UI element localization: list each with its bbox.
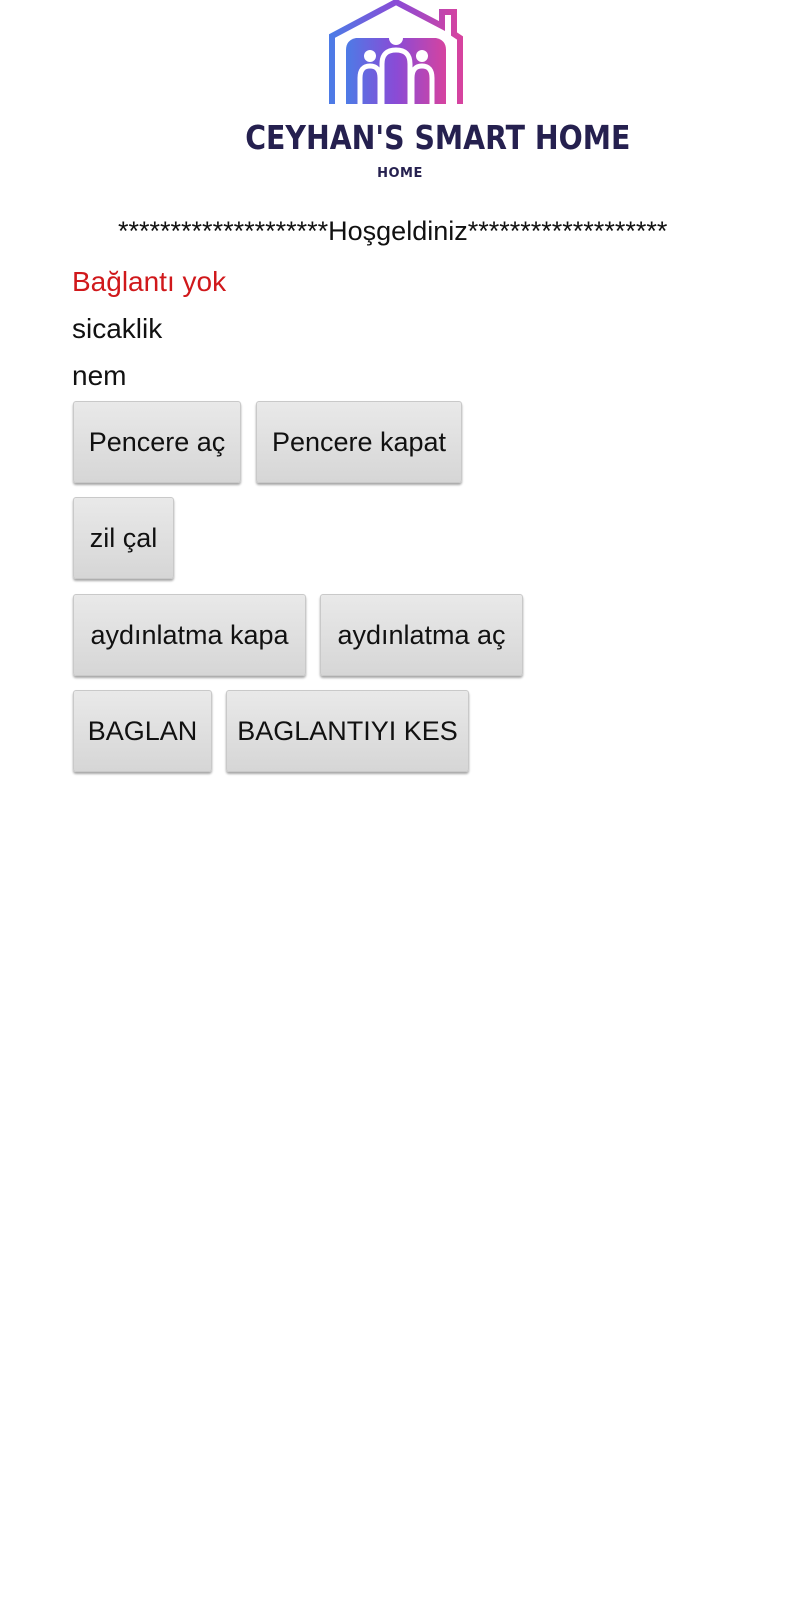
connection-status: Bağlantı yok bbox=[72, 266, 227, 297]
lights-on-button[interactable]: aydınlatma aç bbox=[320, 594, 523, 676]
lights-off-button[interactable]: aydınlatma kapa bbox=[73, 594, 306, 676]
logo-title: CEYHAN'S SMART HOME bbox=[245, 118, 631, 157]
disconnect-button[interactable]: BAGLANTIYI KES bbox=[226, 690, 469, 772]
connect-button[interactable]: BAGLAN bbox=[73, 690, 212, 772]
app-logo: CEYHAN'S SMART HOME HOME bbox=[220, 0, 631, 190]
ring-bell-button[interactable]: zil çal bbox=[73, 497, 174, 579]
window-close-button[interactable]: Pencere kapat bbox=[256, 401, 462, 483]
welcome-banner: ********************Hoşgeldiniz*********… bbox=[118, 216, 668, 246]
temperature-label: sicaklik bbox=[72, 313, 163, 344]
humidity-label: nem bbox=[72, 360, 127, 391]
logo-subtitle: HOME bbox=[377, 166, 423, 181]
smart-home-house-icon bbox=[329, 0, 463, 104]
window-open-button[interactable]: Pencere aç bbox=[73, 401, 241, 483]
